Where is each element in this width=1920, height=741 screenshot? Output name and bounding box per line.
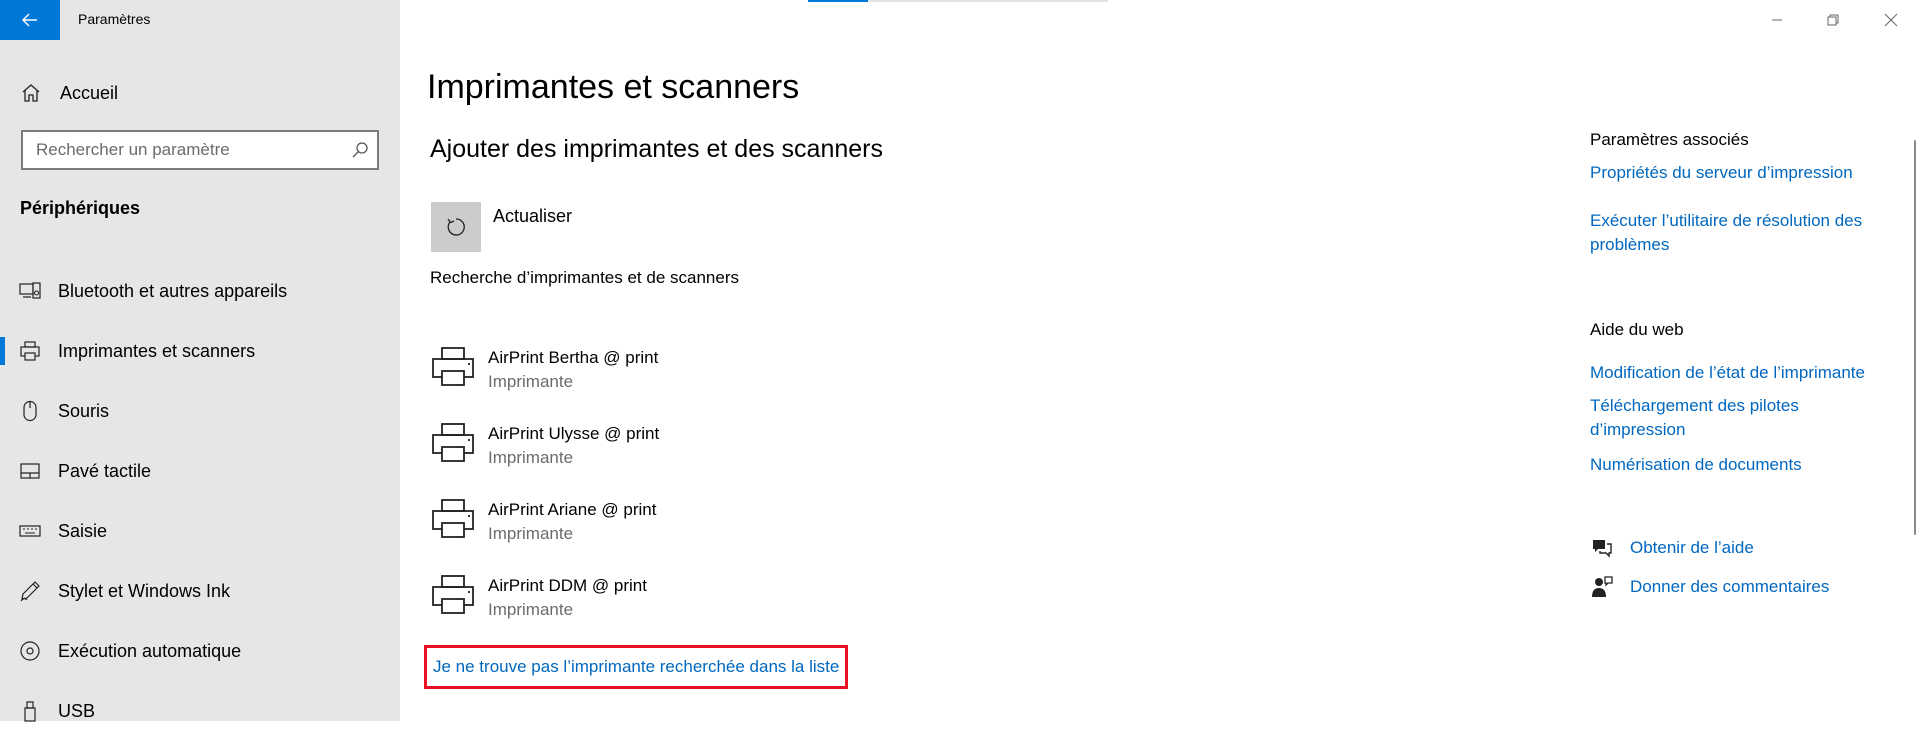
restore-icon <box>1827 14 1839 26</box>
section-heading-devices: Périphériques <box>20 198 141 218</box>
printer-item[interactable]: AirPrint DDM @ print Imprimante <box>430 568 1030 644</box>
printer-name: AirPrint Bertha @ print <box>488 348 659 367</box>
driver-download-help-link[interactable]: Téléchargement des pilotes d’impression <box>1590 394 1830 442</box>
settings-search-input[interactable] <box>36 140 346 160</box>
sidebar-item-label: USB <box>58 700 96 721</box>
printer-name: AirPrint DDM @ print <box>488 576 647 595</box>
give-feedback-label: Donner des commentaires <box>1630 577 1830 596</box>
touchpad-icon <box>20 463 40 479</box>
sidebar-item-home[interactable]: Accueil <box>0 73 400 113</box>
sidebar-item-printers[interactable]: Imprimantes et scanners <box>0 321 400 381</box>
printer-item[interactable]: AirPrint Ariane @ print Imprimante <box>430 492 1030 568</box>
minimize-button[interactable] <box>1754 0 1800 40</box>
sidebar-item-usb[interactable]: USB <box>0 681 400 741</box>
autoplay-icon <box>20 641 40 661</box>
printer-type: Imprimante <box>488 524 574 543</box>
sidebar-item-label: Stylet et Windows Ink <box>58 580 231 601</box>
minimize-icon <box>1772 19 1782 21</box>
restore-button[interactable] <box>1810 0 1856 40</box>
get-help-link[interactable]: Obtenir de l’aide <box>1590 535 1754 561</box>
printer-type: Imprimante <box>488 372 574 391</box>
sidebar-item-label: Pavé tactile <box>58 460 152 481</box>
printer-name: AirPrint Ulysse @ print <box>488 424 660 443</box>
printer-icon <box>20 341 40 361</box>
feedback-icon <box>1592 576 1613 597</box>
settings-search-box[interactable] <box>21 130 379 170</box>
sidebar-item-label: Souris <box>58 400 110 421</box>
printer-type: Imprimante <box>488 600 574 619</box>
usb-icon <box>24 701 36 722</box>
printer-icon <box>432 423 474 462</box>
sidebar-item-pen[interactable]: Stylet et Windows Ink <box>0 561 400 621</box>
sidebar-item-mouse[interactable]: Souris <box>0 381 400 441</box>
sidebar-item-bluetooth[interactable]: Bluetooth et autres appareils <box>0 261 400 321</box>
search-icon[interactable] <box>351 141 369 159</box>
printer-list: AirPrint Bertha @ print Imprimante AirPr… <box>430 340 1030 644</box>
scrollbar[interactable] <box>1914 140 1916 535</box>
printer-icon <box>432 347 474 386</box>
sidebar-home-label: Accueil <box>60 82 119 103</box>
bluetooth-devices-icon <box>19 282 41 299</box>
sidebar-item-autoplay[interactable]: Exécution automatique <box>0 621 400 681</box>
printer-type: Imprimante <box>488 448 574 467</box>
sidebar-item-label: Saisie <box>58 520 108 541</box>
printer-item[interactable]: AirPrint Ulysse @ print Imprimante <box>430 416 1030 492</box>
printer-name: AirPrint Ariane @ print <box>488 500 657 519</box>
print-server-properties-link[interactable]: Propriétés du serveur d’impression <box>1590 161 1890 185</box>
mouse-icon <box>23 400 37 422</box>
printer-item[interactable]: AirPrint Bertha @ print Imprimante <box>430 340 1030 416</box>
top-progress-indicator <box>808 0 1108 2</box>
printer-not-listed-label: Je ne trouve pas l’imprimante recherchée… <box>433 657 840 676</box>
document-scanning-help-link[interactable]: Numérisation de documents <box>1590 453 1890 477</box>
sidebar-item-label: Exécution automatique <box>58 640 242 661</box>
sidebar-item-typing[interactable]: Saisie <box>0 501 400 561</box>
sidebar-item-label: Imprimantes et scanners <box>58 340 256 361</box>
page-title: Imprimantes et scanners <box>427 68 800 106</box>
web-help-heading: Aide du web <box>1590 320 1684 339</box>
close-button[interactable] <box>1868 0 1914 40</box>
get-help-label: Obtenir de l’aide <box>1630 538 1754 557</box>
sidebar-nav: Bluetooth et autres appareils Imprimante… <box>0 261 400 741</box>
help-chat-icon <box>1593 540 1612 558</box>
close-icon <box>1884 13 1898 27</box>
printer-icon <box>432 575 474 614</box>
keyboard-icon <box>19 525 41 537</box>
app-title: Paramètres <box>78 11 151 27</box>
back-arrow-icon <box>22 13 37 27</box>
search-status-text: Recherche d’imprimantes et de scanners <box>430 268 739 287</box>
back-button[interactable] <box>0 0 60 40</box>
refresh-icon <box>447 218 465 236</box>
printer-not-listed-link[interactable]: Je ne trouve pas l’imprimante recherchée… <box>424 645 849 689</box>
add-printers-heading: Ajouter des imprimantes et des scanners <box>430 135 883 163</box>
sidebar-item-label: Bluetooth et autres appareils <box>58 280 288 301</box>
refresh-label[interactable]: Actualiser <box>493 206 572 227</box>
printer-status-help-link[interactable]: Modification de l’état de l’imprimante <box>1590 361 1890 385</box>
give-feedback-link[interactable]: Donner des commentaires <box>1590 574 1829 600</box>
troubleshooter-link[interactable]: Exécuter l’utilitaire de résolution des … <box>1590 209 1890 257</box>
refresh-button[interactable] <box>431 202 481 252</box>
sidebar: Paramètres Accueil Périphériques Bluetoo… <box>0 0 400 722</box>
related-settings-heading: Paramètres associés <box>1590 130 1749 149</box>
pen-icon <box>20 581 40 602</box>
home-icon <box>22 84 40 102</box>
sidebar-item-touchpad[interactable]: Pavé tactile <box>0 441 400 501</box>
printer-icon <box>432 499 474 538</box>
